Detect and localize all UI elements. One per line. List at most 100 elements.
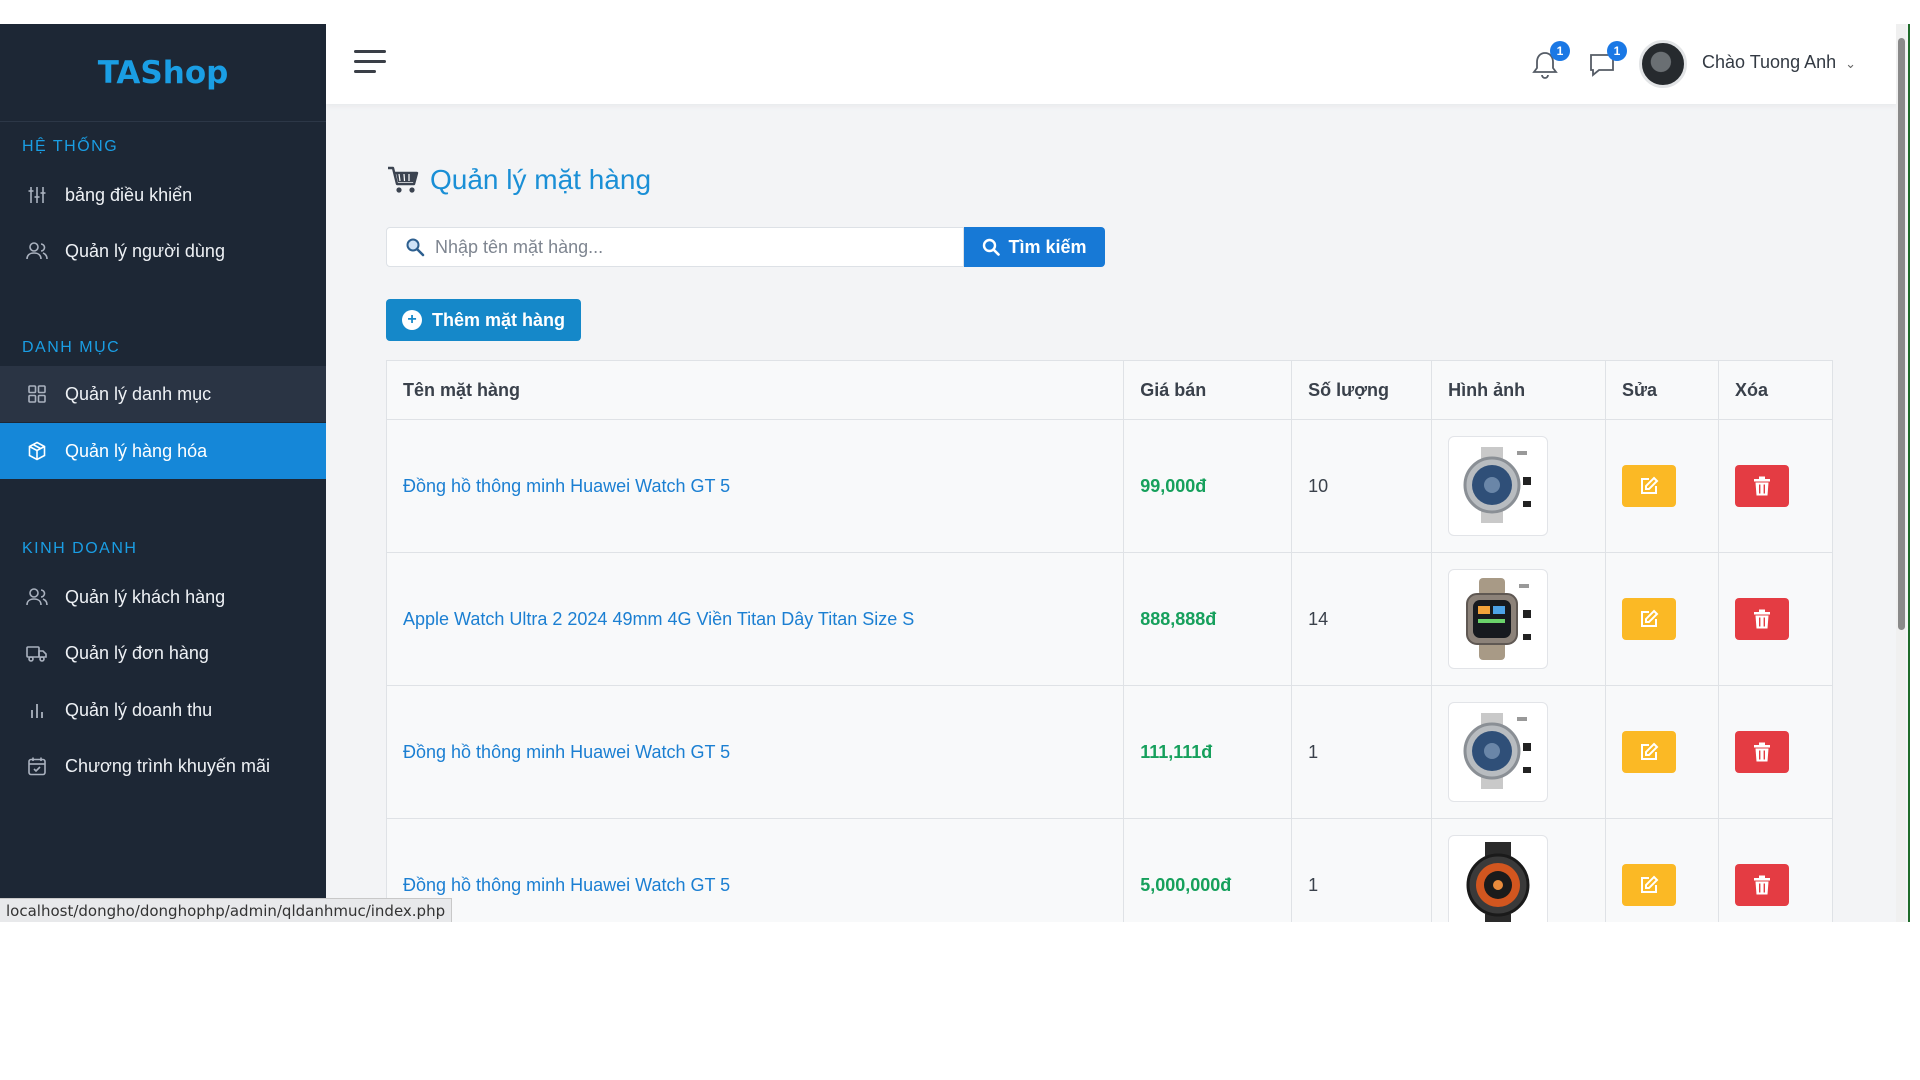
sidebar-item-promotions[interactable]: Chương trình khuyến mãi [0,738,326,794]
product-image [1448,835,1549,922]
vertical-scrollbar[interactable] [1896,24,1906,922]
search-icon [406,238,425,257]
header-edit: Sửa [1605,360,1719,420]
product-name-link[interactable]: Đồng hồ thông minh Huawei Watch GT 5 [385,818,1125,922]
edit-cell [1605,818,1719,922]
product-quantity: 1 [1291,818,1433,922]
sidebar-item-users[interactable]: Quản lý người dùng [0,223,326,279]
sidebar-item-label: bảng điều khiển [65,184,193,205]
products-table: Tên mặt hàng Giá bán Số lượng Hình ảnh S… [385,360,1834,922]
edit-icon [1641,476,1659,494]
edit-button[interactable] [1622,465,1677,507]
trash-icon [1753,476,1770,496]
watch-icon [1466,842,1530,922]
header-image: Hình ảnh [1431,360,1607,420]
sidebar-item-label: Quản lý danh mục [65,383,212,404]
product-image-cell [1431,552,1607,686]
delete-button[interactable] [1734,598,1789,640]
search-button[interactable]: Tìm kiếm [964,227,1105,267]
product-quantity: 14 [1291,552,1433,686]
header-price: Giá bán [1123,360,1293,420]
table-row: Đồng hồ thông minh Huawei Watch GT 5 111… [385,685,1834,819]
brand-logo[interactable]: TAShop [0,24,326,122]
section-title-category: DANH MỤC [22,339,121,356]
bar-chart-icon [26,699,48,721]
grid-icon [26,383,48,405]
user-menu[interactable]: Chào Tuong Anh ⌄ [1702,52,1856,73]
product-price: 888,888đ [1123,552,1293,686]
sliders-icon [26,184,48,206]
product-image [1448,702,1549,802]
product-name-link[interactable]: Đồng hồ thông minh Huawei Watch GT 5 [385,685,1125,819]
cart-icon [388,166,419,193]
search-icon [983,238,1001,256]
watch-icon [1463,447,1532,523]
delete-cell [1717,818,1834,922]
product-image-cell [1431,685,1607,819]
calendar-icon [26,755,48,777]
product-quantity: 10 [1291,419,1433,553]
delete-cell [1717,419,1834,553]
delete-button[interactable] [1734,864,1789,906]
avatar[interactable] [1639,40,1687,88]
sidebar-item-products[interactable]: Quản lý hàng hóa [0,423,326,479]
sidebar-item-orders[interactable]: Quản lý đơn hàng [0,625,326,681]
table-header-row: Tên mặt hàng Giá bán Số lượng Hình ảnh S… [385,360,1834,420]
notifications-button[interactable]: 1 [1531,41,1570,80]
search-input[interactable] [435,236,955,258]
sidebar-item-customers[interactable]: Quản lý khách hàng [0,569,326,625]
product-name-link[interactable]: Apple Watch Ultra 2 2024 49mm 4G Viền Ti… [385,552,1125,686]
header-delete: Xóa [1717,360,1834,420]
add-product-button[interactable]: + Thêm mặt hàng [386,299,581,341]
product-image-cell [1431,818,1607,922]
sidebar-item-revenue[interactable]: Quản lý doanh thu [0,682,326,738]
delete-button[interactable] [1734,731,1789,773]
notification-badge: 1 [1550,41,1570,61]
edit-cell [1605,552,1719,686]
box-icon [26,440,48,462]
edit-icon [1641,609,1659,627]
messages-button[interactable]: 1 [1588,41,1627,80]
section-title-business: KINH DOANH [22,540,138,557]
edit-cell [1605,419,1719,553]
header-quantity: Số lượng [1291,360,1433,420]
edit-button[interactable] [1622,598,1677,640]
trash-icon [1753,742,1770,762]
product-image-cell [1431,419,1607,553]
sidebar: TAShop HỆ THỐNG bảng điều khiển Quản lý … [0,24,326,922]
search-box [386,227,964,267]
table-row: Đồng hồ thông minh Huawei Watch GT 5 5,0… [385,818,1834,922]
delete-cell [1717,552,1834,686]
table-row: Apple Watch Ultra 2 2024 49mm 4G Viền Ti… [385,552,1834,686]
window-edge [1908,24,1910,922]
status-bar-url: localhost/dongho/donghophp/admin/qldanhm… [0,898,453,922]
product-price: 111,111đ [1123,685,1293,819]
edit-button[interactable] [1622,731,1677,773]
sidebar-item-categories[interactable]: Quản lý danh mục [0,366,326,422]
truck-icon [26,642,48,664]
delete-button[interactable] [1734,465,1789,507]
trash-icon [1753,875,1770,895]
table-row: Đồng hồ thông minh Huawei Watch GT 5 99,… [385,419,1834,553]
menu-toggle-icon[interactable] [354,50,386,76]
sidebar-item-dashboard[interactable]: bảng điều khiển [0,167,326,223]
product-name-link[interactable]: Đồng hồ thông minh Huawei Watch GT 5 [385,419,1125,553]
product-price: 99,000đ [1123,419,1293,553]
scrollbar-thumb[interactable] [1898,38,1905,630]
edit-button[interactable] [1622,864,1677,906]
sidebar-item-label: Chương trình khuyến mãi [65,755,270,776]
users-icon [26,586,48,608]
sidebar-item-label: Quản lý khách hàng [65,586,226,607]
top-bar: 1 1 Chào Tuong Anh ⌄ [326,24,1898,104]
search-button-label: Tìm kiếm [1008,236,1087,257]
watch-icon [1463,713,1532,789]
watch-icon [1466,578,1532,660]
product-price: 5,000,000đ [1123,818,1293,922]
product-image [1448,569,1549,669]
edit-icon [1641,875,1659,893]
app-window: TAShop HỆ THỐNG bảng điều khiển Quản lý … [0,24,1910,922]
delete-cell [1717,685,1834,819]
product-quantity: 1 [1291,685,1433,819]
sidebar-item-label: Quản lý người dùng [65,240,225,261]
plus-circle-icon: + [401,310,422,330]
